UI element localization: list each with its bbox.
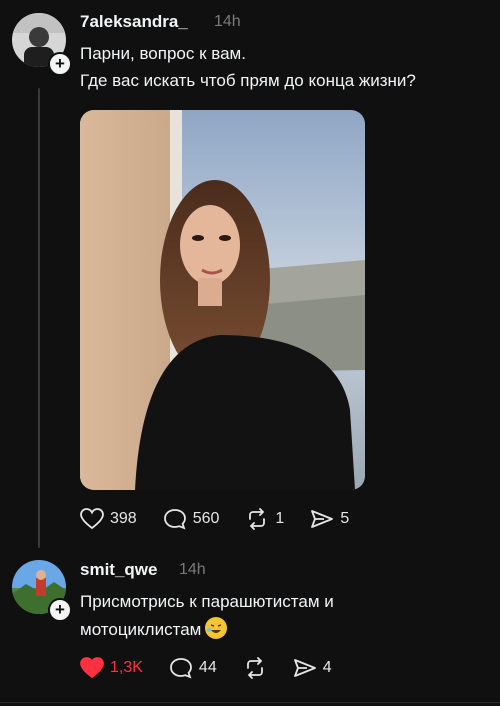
post-actions: 398 560 1 5 (80, 508, 375, 530)
share-icon (293, 659, 316, 677)
like-button[interactable]: 398 (80, 508, 137, 530)
repost-button[interactable]: 1 (245, 508, 284, 530)
post-text-line-2: Где вас искать чтоб прям до конца жизни? (80, 71, 416, 90)
post-1: + 7aleksandra_ 14h Парни, вопрос к вам. … (0, 0, 500, 550)
repost-count: 1 (275, 510, 285, 527)
laughing-emoji-icon (205, 617, 228, 639)
post-actions: 1,3K 44 4 (80, 657, 358, 679)
timestamp: 14h (214, 13, 241, 30)
post-text-line-1: Парни, вопрос к вам. (80, 44, 246, 63)
follow-plus-icon[interactable]: + (48, 598, 72, 622)
post-text-line-2-wrapper: мотоциклистам (80, 616, 228, 643)
heart-icon (80, 508, 104, 530)
username[interactable]: smit_qwe (80, 560, 157, 580)
comment-count: 44 (198, 659, 217, 676)
post-photo[interactable] (80, 110, 365, 490)
share-button[interactable]: 4 (293, 657, 332, 679)
comment-icon (163, 509, 186, 530)
heart-icon (80, 657, 104, 679)
repost-icon (246, 657, 263, 679)
like-count: 398 (110, 510, 137, 527)
timestamp: 14h (179, 561, 206, 578)
share-count: 5 (340, 510, 350, 527)
comment-button[interactable]: 560 (163, 508, 220, 530)
repost-button[interactable] (243, 657, 267, 679)
divider (0, 702, 500, 703)
thread-line (38, 88, 40, 548)
post-text-line-2: мотоциклистам (80, 620, 202, 639)
share-icon (311, 510, 334, 528)
comment-count: 560 (192, 510, 220, 527)
share-button[interactable]: 5 (310, 508, 349, 530)
repost-icon (249, 508, 266, 530)
comment-icon (170, 658, 192, 679)
follow-plus-icon[interactable]: + (48, 52, 72, 76)
like-button[interactable]: 1,3K (80, 657, 143, 679)
post-2: + smit_qwe 14h Присмотрись к парашютиста… (0, 550, 500, 706)
post-text-line-1: Присмотрись к парашютистам и (80, 592, 334, 611)
like-count: 1,3K (110, 659, 143, 676)
comment-button[interactable]: 44 (169, 657, 217, 679)
share-count: 4 (322, 659, 332, 676)
username[interactable]: 7aleksandra_ (80, 12, 188, 32)
